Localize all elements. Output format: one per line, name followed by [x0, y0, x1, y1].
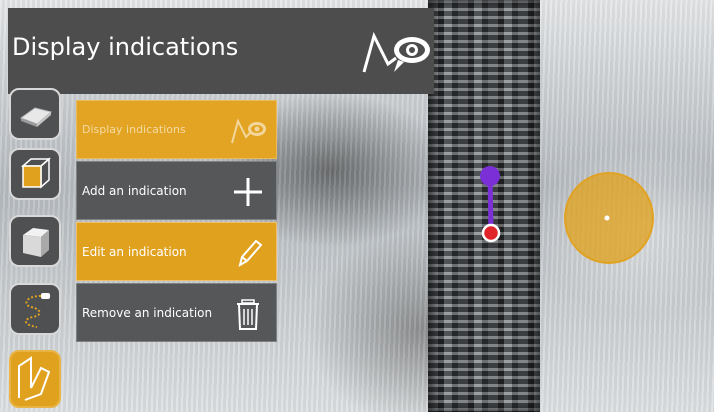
menu-item-label: Add an indication — [82, 184, 187, 198]
line-indication-marker[interactable] — [470, 160, 510, 250]
surface-tool-button[interactable] — [9, 88, 61, 140]
menu-item-label: Edit an indication — [82, 245, 187, 259]
display-indications-eye-icon — [362, 31, 430, 73]
surface-plate-icon — [19, 107, 53, 127]
object-tool-button[interactable] — [9, 148, 61, 200]
path-tool-button[interactable] — [9, 283, 61, 335]
path-trace-icon — [25, 293, 50, 328]
cube-white-icon — [23, 228, 49, 257]
indications-tool-icon — [18, 356, 51, 401]
cube-orange-face-icon — [21, 157, 51, 189]
indications-tool-button[interactable] — [9, 350, 61, 408]
menu-item-display-indications: Display indications — [76, 100, 277, 159]
menu-item-edit-indication[interactable]: Edit an indication — [76, 222, 277, 281]
trash-icon — [237, 299, 259, 330]
indication-line — [487, 175, 494, 233]
volume-tool-button[interactable] — [9, 215, 61, 267]
indication-end-handle[interactable] — [481, 223, 501, 243]
menu-item-label: Display indications — [82, 123, 186, 136]
page-title: Display indications — [12, 33, 239, 61]
circle-indication-marker[interactable] — [562, 170, 656, 266]
menu-item-add-indication[interactable]: Add an indication — [76, 161, 277, 220]
menu-item-remove-indication[interactable]: Remove an indication — [76, 283, 277, 342]
pencil-icon — [238, 239, 263, 268]
plus-icon — [234, 178, 262, 206]
indications-menu: Display indications Add an indication Ed… — [76, 100, 277, 344]
indication-center-point — [604, 215, 610, 221]
menu-item-label: Remove an indication — [82, 306, 213, 320]
title-bar: Display indications — [8, 8, 434, 94]
display-indications-eye-icon — [231, 118, 266, 144]
